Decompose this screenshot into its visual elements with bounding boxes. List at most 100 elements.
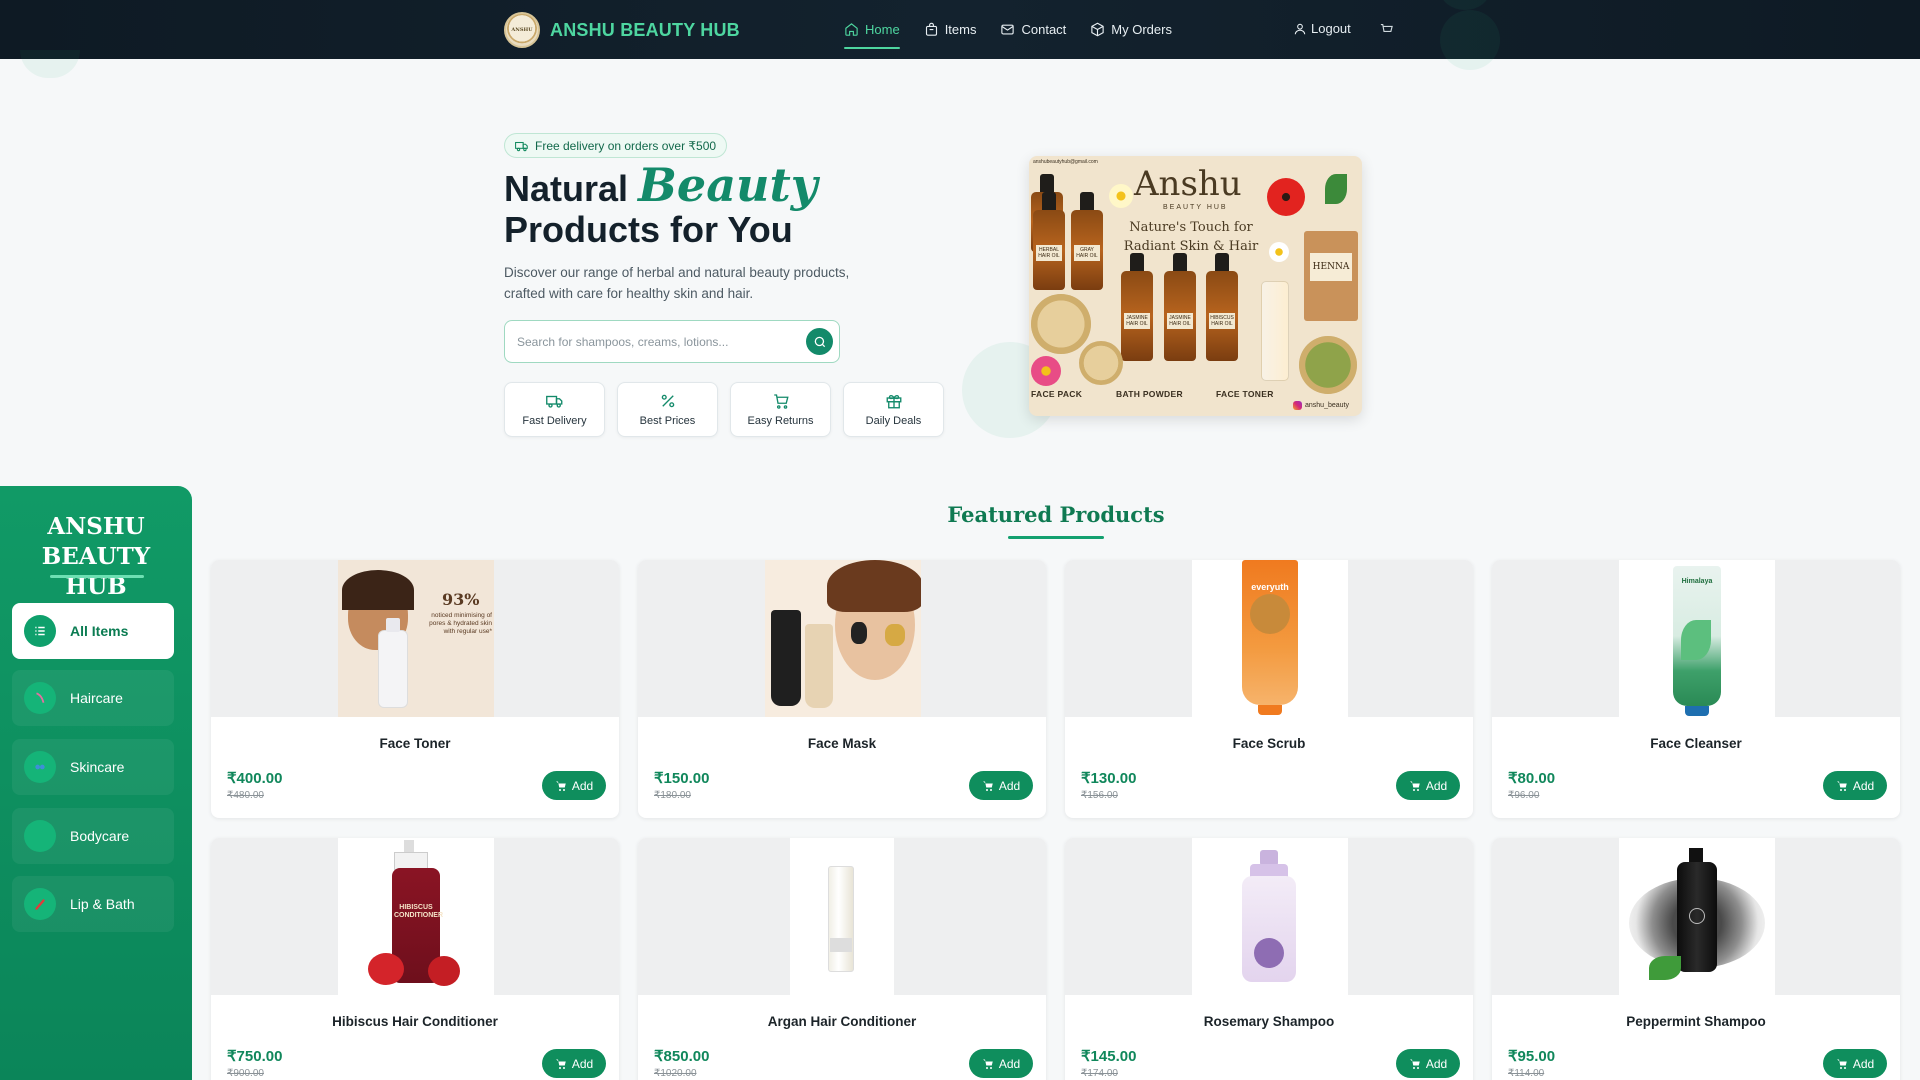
nav-contact-label: Contact [1021,22,1067,37]
cart-icon [1380,23,1393,32]
search-input[interactable] [517,334,797,349]
cart-icon [982,1059,993,1069]
product-old-price: ₹180.00 [654,790,691,801]
add-to-cart-button[interactable]: Add [1823,1049,1887,1078]
product-price: ₹750.00 [227,1048,283,1065]
jasmine-flower [1109,184,1133,208]
instagram-icon [1293,401,1302,410]
product-price: ₹400.00 [227,770,283,787]
sidebar-item-lip-bath[interactable]: Lip & Bath [12,876,174,932]
brand[interactable]: ANSHU ANSHU BEAUTY HUB [504,12,740,48]
nav-my-orders-label: My Orders [1111,22,1172,37]
box-icon [1091,22,1104,37]
add-to-cart-button[interactable]: Add [969,771,1033,800]
sidebar-item-all-items[interactable]: All Items [12,603,174,659]
list-icon [24,615,56,647]
add-to-cart-button[interactable]: Add [969,1049,1033,1078]
product-card[interactable]: 93% noticed minimising of pores & hydrat… [211,560,619,818]
feature-label: Best Prices [639,415,696,427]
powder-bowl [1079,341,1123,385]
leaf [1325,174,1347,204]
feature-best-prices[interactable]: Best Prices [617,382,718,437]
category-sidebar: ANSHU BEAUTY HUB All Items Haircare Skin… [0,486,192,1080]
product-name: Face Toner [379,736,451,751]
haircare-icon [24,682,56,714]
cart-icon [982,781,993,791]
add-to-cart-button[interactable]: Add [1396,771,1460,800]
nav-links: Home Items Contact My Orders [844,0,1196,59]
product-price: ₹850.00 [654,1048,710,1065]
featured-products-title: Featured Products [947,502,1165,527]
nav-home-label: Home [865,22,900,37]
hibiscus-flower [1267,178,1305,216]
feature-easy-returns[interactable]: Easy Returns [730,382,831,437]
sidebar-item-haircare[interactable]: Haircare [12,670,174,726]
product-price: ₹150.00 [654,770,710,787]
lipstick-icon [24,888,56,920]
add-to-cart-button[interactable]: Add [1823,771,1887,800]
sidebar-divider [50,575,144,578]
feature-tiles: Fast Delivery Best Prices Easy Returns D… [504,382,956,437]
product-image [1619,838,1775,995]
nav-contact[interactable]: Contact [1000,0,1066,59]
bag-icon [925,22,937,36]
product-card[interactable]: Peppermint Shampoo ₹95.00 ₹114.00 Add [1492,838,1900,1080]
brand-logo: ANSHU [504,12,540,48]
add-to-cart-button[interactable]: Add [1396,1049,1460,1078]
mail-icon [1001,24,1015,35]
oil-bottle: HIBISCUS HAIR OIL [1206,253,1238,361]
product-card[interactable]: Rosemary Shampoo ₹145.00 ₹174.00 Add [1065,838,1473,1080]
product-price: ₹130.00 [1081,770,1137,787]
product-price: ₹95.00 [1508,1048,1556,1065]
banner-tagline: Nature's Touch for Radiant Skin & Hair [1123,220,1259,254]
sidebar-item-skincare[interactable]: Skincare [12,739,174,795]
product-name: Face Mask [807,736,877,751]
feature-label: Easy Returns [747,415,814,427]
feature-daily-deals[interactable]: Daily Deals [843,382,944,437]
sidebar-item-label: Lip & Bath [70,896,135,912]
add-to-cart-button[interactable]: Add [542,1049,606,1078]
flower [1031,356,1061,386]
home-icon [845,23,858,36]
product-card[interactable]: HIBISCUS CONDITIONER Hibiscus Hair Condi… [211,838,619,1080]
search-button[interactable] [806,328,833,355]
product-name: Argan Hair Conditioner [767,1014,917,1029]
user-icon [1294,23,1306,34]
product-old-price: ₹900.00 [227,1068,264,1079]
gift-icon [886,394,901,409]
skincare-icon [24,751,56,783]
free-delivery-badge: Free delivery on orders over ₹500 [504,133,728,158]
cart-icon [1836,781,1847,791]
nav-home[interactable]: Home [844,0,900,59]
sidebar-item-label: Haircare [70,690,123,706]
cart-button[interactable] [1379,22,1394,42]
product-card[interactable]: Face Mask ₹150.00 ₹180.00 Add [638,560,1046,818]
oil-bottle: JASMINE HAIR OIL [1164,253,1196,361]
badge-text: Free delivery on orders over ₹500 [535,138,717,153]
nav-items[interactable]: Items [924,0,977,59]
banner-subtitle: BEAUTY HUB [1163,204,1228,211]
feature-label: Fast Delivery [522,415,587,427]
hero-title-highlight: Beauty [638,158,818,212]
cart-icon [555,1059,566,1069]
nav-my-orders[interactable]: My Orders [1090,0,1172,59]
product-card[interactable]: Himalaya Face Cleanser ₹80.00 ₹96.00 Add [1492,560,1900,818]
toner-bottle [1261,281,1289,381]
feature-fast-delivery[interactable]: Fast Delivery [504,382,605,437]
add-to-cart-button[interactable]: Add [542,771,606,800]
sidebar-item-label: Skincare [70,759,125,775]
logout-button[interactable]: Logout [1293,21,1351,36]
product-old-price: ₹156.00 [1081,790,1118,801]
cart-icon [1836,1059,1847,1069]
banner-label: FACE TONER [1216,389,1274,399]
sidebar-item-bodycare[interactable]: Bodycare [12,808,174,864]
banner-label: FACE PACK [1031,389,1083,399]
nav-items-label: Items [944,22,977,37]
product-name: Peppermint Shampoo [1626,1014,1766,1029]
product-card[interactable]: Argan Hair Conditioner ₹850.00 ₹1020.00 … [638,838,1046,1080]
product-card[interactable]: everyuth Face Scrub ₹130.00 ₹156.00 Add [1065,560,1473,818]
product-image: 93% noticed minimising of pores & hydrat… [338,560,494,717]
cart-icon [1409,781,1420,791]
logout-label: Logout [1311,21,1351,36]
search-box [504,320,840,363]
